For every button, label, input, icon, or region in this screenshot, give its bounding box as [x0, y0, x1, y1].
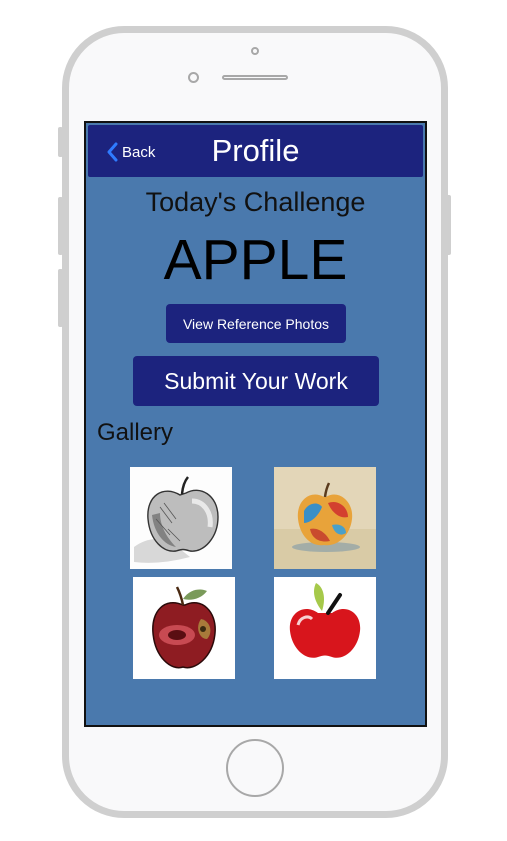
gallery-item-sketch-apple[interactable]: [130, 467, 232, 569]
cartoon-red-apple-icon: [274, 577, 376, 679]
pencil-sketch-apple-icon: [130, 467, 232, 569]
earpiece-speaker: [222, 75, 288, 80]
challenge-word: APPLE: [163, 228, 348, 292]
proximity-sensor: [251, 47, 259, 55]
rotten-apple-illustration-icon: [133, 577, 235, 679]
painted-colorful-apple-icon: [274, 467, 376, 569]
nav-bar: Back Profile: [88, 125, 423, 177]
view-reference-photos-button[interactable]: View Reference Photos: [166, 304, 346, 343]
back-button[interactable]: Back: [106, 140, 155, 164]
challenge-heading: Today's Challenge: [145, 187, 366, 217]
back-label: Back: [122, 143, 156, 161]
gallery-item-painted-apple[interactable]: [274, 467, 376, 569]
gallery-heading: Gallery: [97, 419, 174, 446]
submit-work-button[interactable]: Submit Your Work: [133, 356, 379, 406]
home-button[interactable]: [226, 739, 284, 797]
app-screen: Back Profile Today's Challenge APPLE Vie…: [84, 121, 427, 727]
gallery-item-cartoon-apple[interactable]: [274, 577, 376, 679]
chevron-left-icon: [107, 142, 118, 162]
front-camera: [188, 72, 199, 83]
gallery-item-rotten-apple[interactable]: [133, 577, 235, 679]
